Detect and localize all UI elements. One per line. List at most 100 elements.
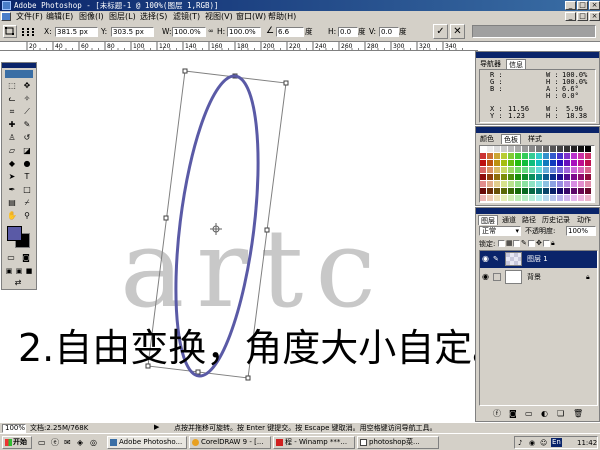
lock-all-checkbox[interactable] <box>543 240 550 247</box>
color-swatch[interactable] <box>543 188 549 194</box>
screen-mode-full-menu-icon[interactable]: ▣ <box>14 265 24 277</box>
x-field[interactable]: 381.5 px <box>55 27 98 37</box>
y-field[interactable]: 303.5 px <box>111 27 154 37</box>
color-swatch[interactable] <box>529 153 535 159</box>
tab-channels[interactable]: 通道 <box>500 215 518 225</box>
maximize-button[interactable]: □ <box>577 1 588 10</box>
menu-edit[interactable]: 编辑(E) <box>46 11 73 22</box>
color-swatch[interactable] <box>494 146 500 152</box>
color-swatch[interactable] <box>494 195 500 201</box>
link-box[interactable] <box>493 273 501 281</box>
color-swatch[interactable] <box>536 181 542 187</box>
color-swatch[interactable] <box>501 195 507 201</box>
top-ruler[interactable]: 20 40 60 80 100 120 140 160 180 200 220 240 260 280 30… <box>0 42 478 51</box>
menu-select[interactable]: 选择(S) <box>140 11 167 22</box>
color-swatch[interactable] <box>522 181 528 187</box>
history-brush-tool-icon[interactable]: ↺ <box>20 132 34 144</box>
foreground-color-swatch[interactable] <box>7 226 22 241</box>
color-swatch[interactable] <box>543 195 549 201</box>
swatch-grid[interactable] <box>479 145 595 203</box>
color-swatch[interactable] <box>550 153 556 159</box>
color-swatch[interactable] <box>571 188 577 194</box>
crop-tool-icon[interactable]: ⌗ <box>5 106 19 118</box>
color-swatch[interactable] <box>557 167 563 173</box>
marquee-tool-icon[interactable]: ⬚ <box>5 80 19 92</box>
show-desktop-icon[interactable]: ▭ <box>38 438 46 447</box>
tab-styles[interactable]: 样式 <box>526 134 544 144</box>
color-swatch[interactable] <box>550 174 556 180</box>
color-swatch[interactable] <box>564 181 570 187</box>
color-swatch[interactable] <box>578 146 584 152</box>
layer-row-layer1[interactable]: ◉ ✎ 图层 1 <box>480 251 597 268</box>
screen-mode-standard-icon[interactable]: ▣ <box>4 265 14 277</box>
hskew-field[interactable]: 0.0 <box>338 27 358 37</box>
color-swatch[interactable] <box>508 160 514 166</box>
color-swatch[interactable] <box>515 181 521 187</box>
color-swatch[interactable] <box>487 146 493 152</box>
color-swatch[interactable] <box>536 160 542 166</box>
color-swatch[interactable] <box>571 195 577 201</box>
zoom-field[interactable]: 100% <box>2 424 26 433</box>
color-swatch[interactable] <box>564 146 570 152</box>
color-swatch[interactable] <box>487 167 493 173</box>
color-swatch[interactable] <box>585 167 591 173</box>
notes-tool-icon[interactable]: ▤ <box>5 197 19 209</box>
lock-image-checkbox[interactable] <box>513 240 520 247</box>
color-swatch[interactable] <box>487 153 493 159</box>
menu-file[interactable]: 文件(F) <box>16 11 43 22</box>
color-swatch[interactable] <box>578 195 584 201</box>
color-swatch[interactable] <box>522 195 528 201</box>
color-swatch[interactable] <box>557 188 563 194</box>
paint-bucket-tool-icon[interactable]: ◪ <box>20 145 34 157</box>
eraser-tool-icon[interactable]: ▱ <box>5 145 19 157</box>
menu-layer[interactable]: 图层(L) <box>109 11 136 22</box>
menu-view[interactable]: 视图(V) <box>205 11 233 22</box>
color-swatch[interactable] <box>543 153 549 159</box>
angle-field[interactable]: 6.6 <box>276 27 304 37</box>
language-indicator[interactable]: En <box>551 438 562 447</box>
color-swatch[interactable] <box>501 153 507 159</box>
color-swatch[interactable] <box>529 195 535 201</box>
color-swatch[interactable] <box>501 160 507 166</box>
color-swatch[interactable] <box>536 167 542 173</box>
palette-well[interactable] <box>472 25 596 38</box>
cancel-transform-button[interactable]: ✕ <box>450 24 465 39</box>
color-swatch[interactable] <box>522 153 528 159</box>
color-swatch[interactable] <box>501 167 507 173</box>
color-swatch[interactable] <box>487 160 493 166</box>
color-swatch[interactable] <box>585 188 591 194</box>
tab-info[interactable]: 信息 <box>506 59 526 69</box>
close-button[interactable]: × <box>589 1 600 10</box>
color-swatch[interactable] <box>557 181 563 187</box>
layer-mask-icon[interactable]: ◙ <box>509 409 517 418</box>
jump-to-imageready-icon[interactable]: ⇄ <box>11 277 25 289</box>
color-swatch[interactable] <box>571 167 577 173</box>
doc-minimize-button[interactable]: _ <box>565 12 576 21</box>
color-swatch[interactable] <box>585 195 591 201</box>
lock-position-checkbox[interactable] <box>528 240 535 247</box>
color-swatch[interactable] <box>515 188 521 194</box>
color-swatch[interactable] <box>508 153 514 159</box>
color-swatch[interactable] <box>571 146 577 152</box>
trash-icon[interactable]: 🗑︎ <box>573 409 583 418</box>
color-swatch[interactable] <box>564 160 570 166</box>
quicklaunch-icon[interactable]: ✉ <box>64 438 71 447</box>
color-swatch[interactable] <box>508 146 514 152</box>
magic-wand-tool-icon[interactable]: ✧ <box>20 93 34 105</box>
quickmask-mode-icon[interactable]: ◙ <box>20 252 32 264</box>
zoom-tool-icon[interactable]: ⚲ <box>20 210 34 222</box>
tab-navigator[interactable]: 导航器 <box>478 59 503 69</box>
tab-actions[interactable]: 动作 <box>575 215 593 225</box>
color-swatch[interactable] <box>515 146 521 152</box>
photoshop-logo[interactable] <box>5 70 33 78</box>
task-coreldraw[interactable]: CorelDRAW 9 - [... <box>189 436 271 449</box>
width-field[interactable]: 100.0% <box>172 27 206 37</box>
color-swatch[interactable] <box>536 153 542 159</box>
vskew-field[interactable]: 0.0 <box>379 27 399 37</box>
color-swatch[interactable] <box>550 188 556 194</box>
task-photoshop-doc[interactable]: photoshop菜... <box>357 436 439 449</box>
color-swatch[interactable] <box>522 188 528 194</box>
color-swatch[interactable] <box>585 160 591 166</box>
ie-icon[interactable]: ⓔ <box>51 438 59 447</box>
color-swatch[interactable] <box>536 188 542 194</box>
